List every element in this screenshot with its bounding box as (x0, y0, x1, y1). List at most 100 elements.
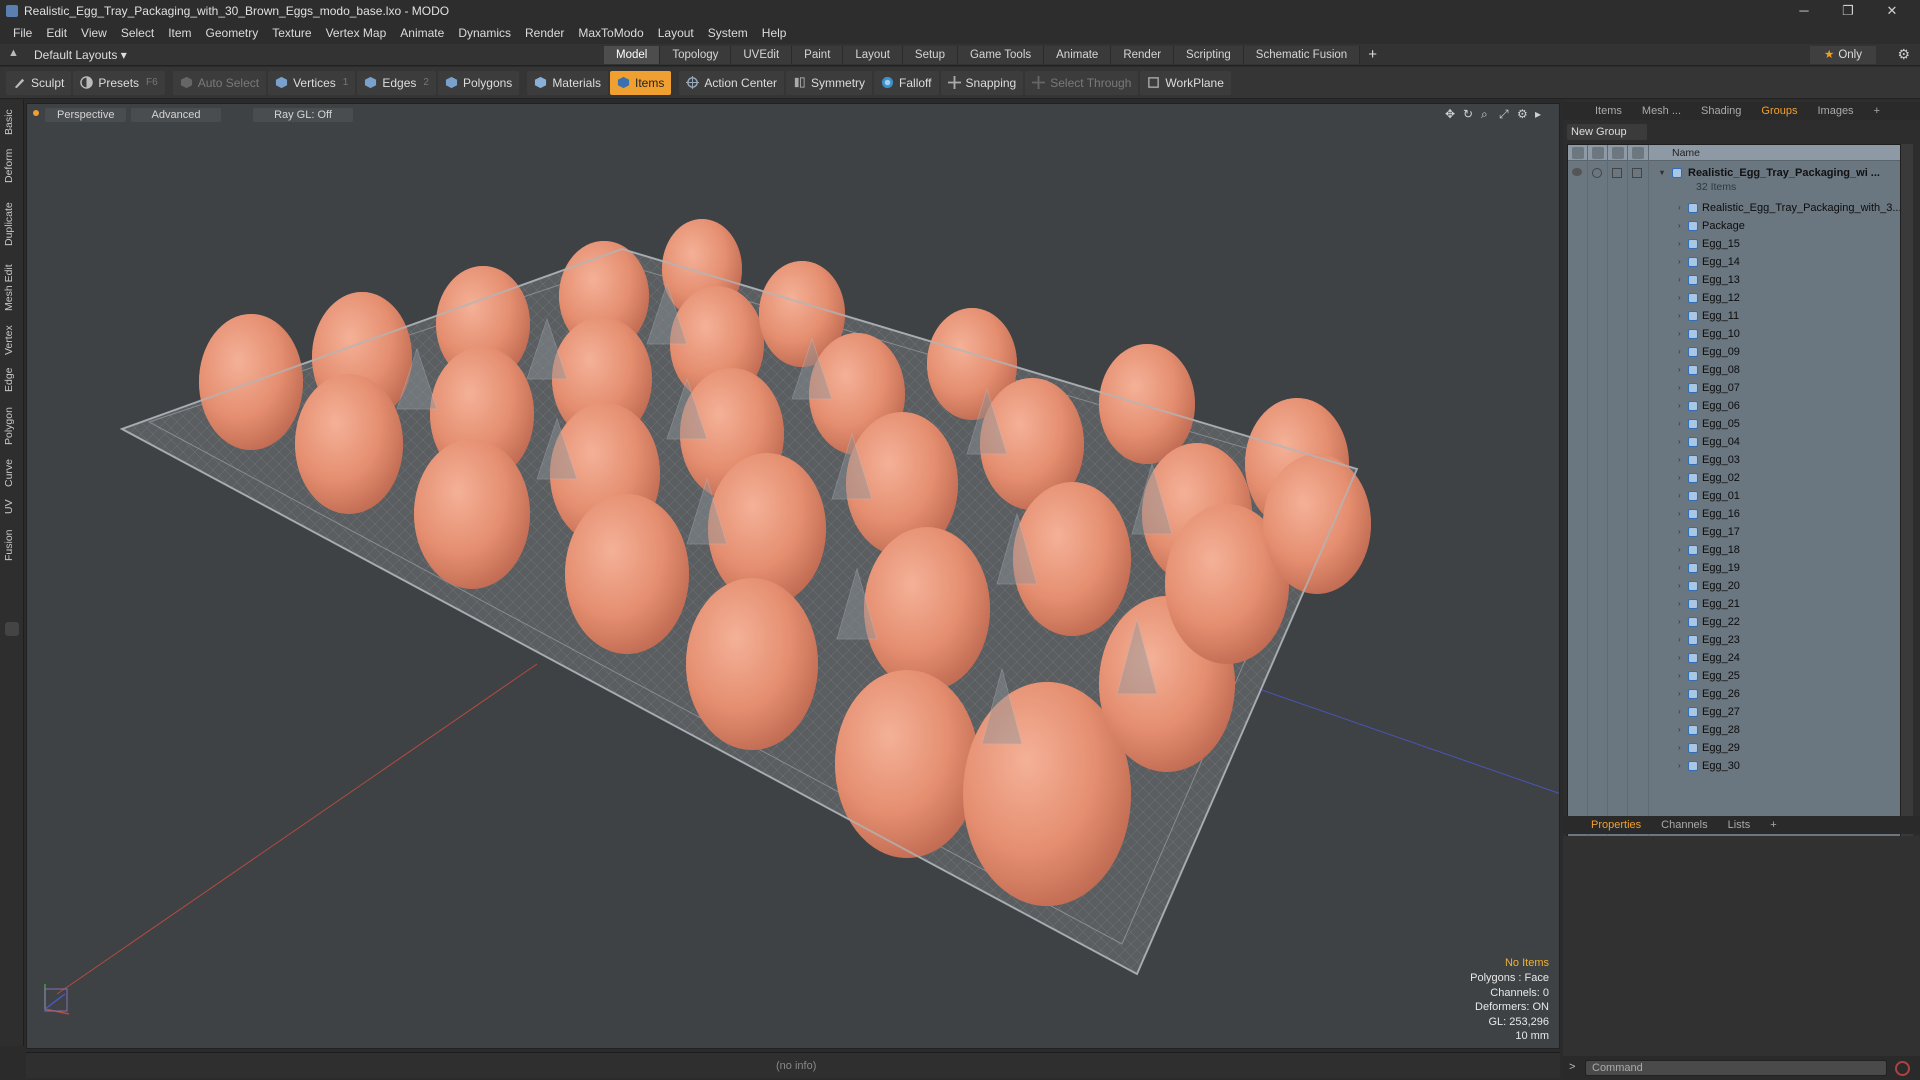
expand-arrow-icon[interactable]: › (1678, 541, 1681, 559)
expand-arrow-icon[interactable]: › (1678, 307, 1681, 325)
items-button[interactable]: Items (610, 70, 672, 95)
tree-row[interactable]: › Egg_26 (1568, 685, 1900, 703)
tab-schematic-fusion[interactable]: Schematic Fusion (1243, 46, 1361, 64)
tab-properties[interactable]: Properties (1581, 816, 1651, 834)
minimize-button[interactable]: ─ (1782, 0, 1826, 22)
tree-row[interactable]: › Egg_24 (1568, 649, 1900, 667)
tree-row[interactable]: › Egg_22 (1568, 613, 1900, 631)
layout-preset-dropdown[interactable]: Default Layouts ▾ (34, 48, 127, 62)
menu-maxtomodo[interactable]: MaxToModo (571, 22, 650, 44)
tree-row[interactable]: › Egg_23 (1568, 631, 1900, 649)
tree-row[interactable]: › Egg_03 (1568, 451, 1900, 469)
menu-system[interactable]: System (701, 22, 755, 44)
materials-button[interactable]: Materials (527, 70, 608, 95)
expand-arrow-icon[interactable]: › (1678, 397, 1681, 415)
expand-arrow-icon[interactable]: › (1678, 289, 1681, 307)
expand-arrow-icon[interactable]: › (1678, 739, 1681, 757)
vertices-button[interactable]: Vertices 1 (268, 70, 356, 95)
new-group-button[interactable]: New Group (1567, 124, 1647, 140)
visibility-column-icon[interactable] (1572, 147, 1584, 159)
eye-icon[interactable] (1572, 168, 1582, 176)
tab-layout[interactable]: Layout (843, 46, 903, 64)
expand-arrow-icon[interactable]: › (1678, 253, 1681, 271)
expand-arrow-icon[interactable]: › (1678, 577, 1681, 595)
groups-tree[interactable]: Name ▾ Realistic_Egg_Tray_Packaging_wi .… (1567, 144, 1901, 909)
expand-arrow-icon[interactable]: › (1678, 199, 1681, 217)
polygons-button[interactable]: Polygons (437, 70, 520, 95)
action-center-button[interactable]: Action Center (679, 70, 785, 95)
menu-vertex-map[interactable]: Vertex Map (319, 22, 394, 44)
tree-row[interactable]: › Egg_06 (1568, 397, 1900, 415)
tree-scrollbar[interactable] (1901, 144, 1913, 909)
tree-row[interactable]: › Egg_07 (1568, 379, 1900, 397)
expand-arrow-icon[interactable]: › (1678, 217, 1681, 235)
gear-icon[interactable]: ⚙ (1897, 46, 1910, 63)
presets-button[interactable]: Presets F6 (73, 70, 165, 95)
tree-row[interactable]: › Package (1568, 217, 1900, 235)
tree-row[interactable]: › Egg_11 (1568, 307, 1900, 325)
tree-row[interactable]: › Egg_25 (1568, 667, 1900, 685)
restore-button[interactable]: ❐ (1826, 0, 1870, 22)
render-column-icon[interactable] (1592, 147, 1604, 159)
select-column-icon[interactable] (1632, 147, 1644, 159)
tree-row[interactable]: › Realistic_Egg_Tray_Packaging_with_3... (1568, 199, 1900, 217)
tree-row[interactable]: › Egg_02 (1568, 469, 1900, 487)
tab-game-tools[interactable]: Game Tools (957, 46, 1045, 64)
tab-groups[interactable]: Groups (1751, 102, 1807, 120)
tab-topology[interactable]: Topology (660, 46, 732, 64)
vtab-vertex[interactable]: Vertex (3, 322, 21, 358)
tree-row[interactable]: › Egg_08 (1568, 361, 1900, 379)
move-view-icon[interactable]: ✥ (1445, 107, 1455, 121)
expand-arrow-icon[interactable]: › (1678, 361, 1681, 379)
tab-channels[interactable]: Channels (1651, 816, 1717, 834)
expand-arrow-icon[interactable]: › (1678, 433, 1681, 451)
expand-arrow-icon[interactable]: › (1678, 271, 1681, 289)
expand-arrow-icon[interactable]: › (1678, 451, 1681, 469)
expand-arrow-icon[interactable]: › (1678, 325, 1681, 343)
only-toggle[interactable]: ★ Only (1810, 46, 1876, 64)
tree-row[interactable]: › Egg_29 (1568, 739, 1900, 757)
expand-arrow-icon[interactable]: › (1678, 649, 1681, 667)
tree-row[interactable]: › Egg_15 (1568, 235, 1900, 253)
menu-help[interactable]: Help (755, 22, 794, 44)
expand-arrow-icon[interactable]: › (1678, 631, 1681, 649)
tab-lists[interactable]: Lists (1718, 816, 1761, 834)
expand-arrow-icon[interactable]: › (1678, 685, 1681, 703)
snapping-button[interactable]: Snapping (940, 70, 1024, 95)
expand-arrow-icon[interactable]: › (1678, 523, 1681, 541)
raygl-toggle[interactable]: Ray GL: Off (253, 108, 353, 122)
menu-render[interactable]: Render (518, 22, 571, 44)
toggle-panel-button[interactable] (5, 622, 19, 636)
shading-mode-dropdown[interactable]: Advanced (131, 108, 221, 122)
falloff-button[interactable]: Falloff (874, 70, 939, 95)
fit-view-icon[interactable]: ⤢ (1499, 107, 1509, 122)
expand-arrow-icon[interactable]: › (1678, 613, 1681, 631)
expand-arrow-icon[interactable]: › (1678, 469, 1681, 487)
viewport-expand-icon[interactable]: ▸ (1535, 107, 1541, 121)
tree-row[interactable]: › Egg_04 (1568, 433, 1900, 451)
add-panel-tab[interactable]: + (1864, 102, 1890, 120)
lock-column-icon[interactable] (1612, 147, 1624, 159)
layout-home-icon[interactable]: ▲ (8, 47, 22, 61)
tree-row[interactable]: › Egg_28 (1568, 721, 1900, 739)
expand-arrow-icon[interactable]: ▾ (1660, 164, 1664, 182)
menu-file[interactable]: File (6, 22, 39, 44)
command-history-icon[interactable] (1895, 1061, 1910, 1076)
tab-render[interactable]: Render (1111, 46, 1175, 64)
tree-row[interactable]: › Egg_13 (1568, 271, 1900, 289)
vtab-basic[interactable]: Basic (3, 106, 21, 138)
vtab-edge[interactable]: Edge (3, 364, 21, 396)
menu-select[interactable]: Select (114, 22, 161, 44)
vtab-curve[interactable]: Curve (3, 456, 21, 490)
tree-row[interactable]: › Egg_12 (1568, 289, 1900, 307)
tab-scripting[interactable]: Scripting (1174, 46, 1244, 64)
menu-item[interactable]: Item (161, 22, 198, 44)
expand-arrow-icon[interactable]: › (1678, 379, 1681, 397)
render-icon[interactable] (1592, 168, 1602, 178)
menu-texture[interactable]: Texture (265, 22, 318, 44)
view-type-dropdown[interactable]: Perspective (45, 108, 127, 122)
expand-arrow-icon[interactable]: › (1678, 343, 1681, 361)
expand-arrow-icon[interactable]: › (1678, 505, 1681, 523)
expand-arrow-icon[interactable]: › (1678, 487, 1681, 505)
viewport-settings-icon[interactable]: ⚙ (1517, 107, 1528, 121)
